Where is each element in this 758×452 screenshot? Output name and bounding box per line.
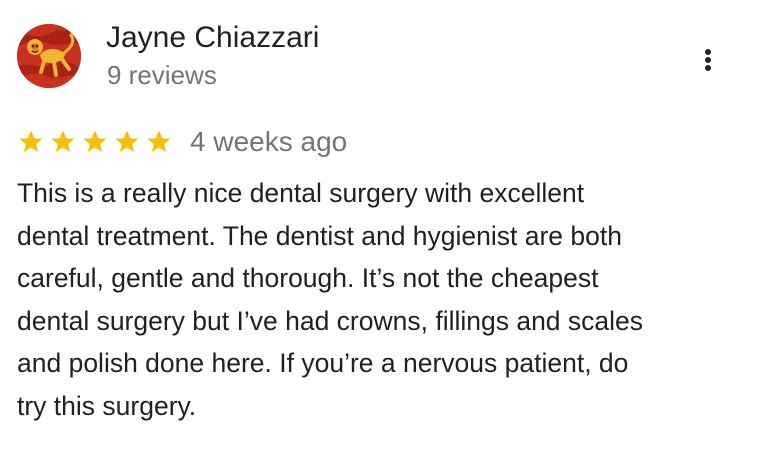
review-card: Jayne Chiazzari 9 reviews 4 weeks ago Th… [0,0,758,452]
star-icon [147,130,171,152]
star-icon [83,130,107,152]
review-date: 4 weeks ago [190,126,348,157]
star-icon [115,130,139,152]
review-text-line: dental surgery but I’ve had crowns, fill… [17,305,644,336]
more-options-button[interactable] [690,40,726,80]
review-text-line: This is a really nice dental surgery wit… [17,178,585,208]
review-text-line: and polish done here. If you’re a nervou… [17,348,629,378]
star-icon [19,130,43,152]
reviewer-avatar[interactable] [17,24,81,88]
rating-row: 4 weeks ago [17,124,347,160]
review-text-line: careful, gentle and thorough. It’s not t… [17,263,599,293]
star-rating [17,128,173,156]
monkey-avatar-icon [17,24,81,88]
review-text-line: dental treatment. The dentist and hygien… [17,220,622,251]
more-vertical-icon [705,49,711,71]
review-count[interactable]: 9 reviews [107,59,217,91]
star-icon [51,130,75,152]
review-text-line: try this surgery. [17,390,197,421]
reviewer-name[interactable]: Jayne Chiazzari [106,20,319,56]
review-text: This is a really nice dental surgery wit… [17,172,737,427]
